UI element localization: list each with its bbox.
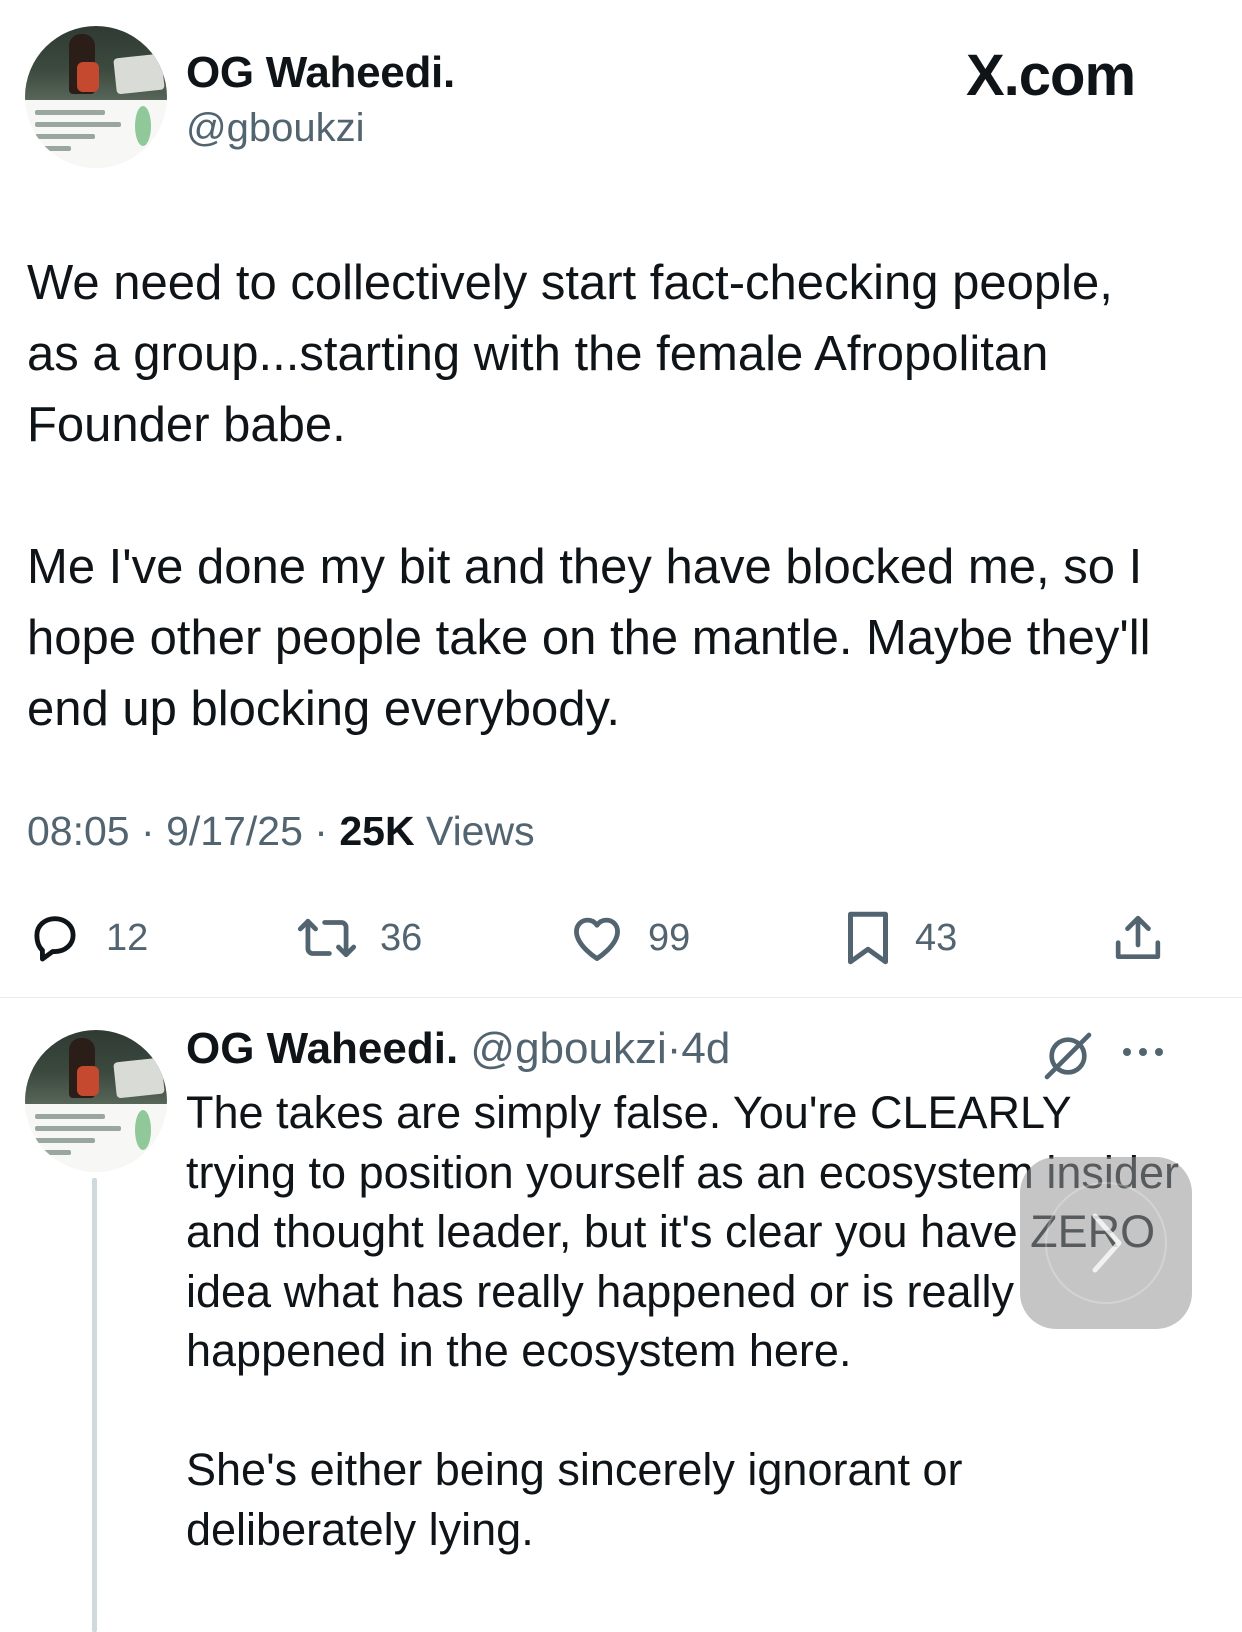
divider bbox=[0, 997, 1242, 998]
avatar-detail bbox=[135, 106, 151, 146]
next-button-ring bbox=[1045, 1182, 1167, 1304]
reply-header: OG Waheedi. @gboukzi·4d bbox=[186, 1024, 730, 1074]
bookmark-count: 43 bbox=[915, 916, 958, 959]
reply-bubble-icon bbox=[34, 916, 76, 962]
avatar-line bbox=[35, 133, 95, 139]
reply-count: 12 bbox=[106, 916, 149, 959]
tweet-date[interactable]: 9/17/25 bbox=[166, 808, 303, 854]
tweet-text: We need to collectively start fact-check… bbox=[27, 248, 1177, 745]
more-dots-icon[interactable] bbox=[1120, 1044, 1166, 1060]
avatar-line bbox=[35, 1137, 95, 1143]
author-name[interactable]: OG Waheedi. bbox=[186, 48, 455, 98]
reply-button[interactable]: 12 bbox=[26, 906, 148, 970]
avatar-line bbox=[35, 145, 71, 151]
avatar-line bbox=[35, 121, 121, 127]
meta-separator: · bbox=[141, 808, 155, 854]
avatar-line bbox=[35, 1149, 71, 1155]
repost-count: 36 bbox=[380, 916, 423, 959]
reply-author-handle[interactable]: @gboukzi bbox=[470, 1024, 666, 1073]
share-button[interactable] bbox=[1110, 906, 1166, 970]
chevron-right-icon bbox=[1092, 1213, 1122, 1273]
author-handle[interactable]: @gboukzi bbox=[186, 106, 364, 151]
grok-icon[interactable] bbox=[1040, 1028, 1096, 1084]
like-button[interactable]: 99 bbox=[568, 906, 690, 970]
meta-separator: · bbox=[666, 1024, 682, 1073]
avatar-line bbox=[35, 109, 105, 115]
repost-button[interactable]: 36 bbox=[296, 906, 422, 970]
repost-icon bbox=[297, 918, 357, 958]
views-count: 25K bbox=[339, 808, 415, 854]
share-icon bbox=[1115, 915, 1161, 959]
tweet-time[interactable]: 08:05 bbox=[27, 808, 130, 854]
bookmark-button[interactable]: 43 bbox=[843, 906, 957, 970]
avatar-detail bbox=[135, 1110, 151, 1150]
reply-paragraph: She's either being sincerely ignorant or… bbox=[186, 1444, 963, 1555]
avatar-detail bbox=[113, 1057, 165, 1099]
x-logo: X.com bbox=[966, 43, 1136, 108]
tweet-paragraph: We need to collectively start fact-check… bbox=[27, 256, 1113, 452]
avatar[interactable] bbox=[25, 26, 167, 168]
avatar-line bbox=[35, 1125, 121, 1131]
views-label: Views bbox=[425, 808, 535, 854]
avatar-detail bbox=[77, 62, 99, 92]
avatar-line bbox=[35, 1113, 105, 1119]
reply-age[interactable]: 4d bbox=[681, 1024, 730, 1073]
next-button[interactable] bbox=[1020, 1157, 1192, 1329]
heart-icon bbox=[574, 917, 620, 961]
thread-line bbox=[92, 1178, 97, 1632]
reply-author-name[interactable]: OG Waheedi. bbox=[186, 1024, 458, 1073]
tweet-paragraph: Me I've done my bit and they have blocke… bbox=[27, 540, 1151, 736]
like-count: 99 bbox=[648, 916, 691, 959]
reply-avatar[interactable] bbox=[25, 1030, 167, 1172]
tweet-meta: 08:05 · 9/17/25 · 25K Views bbox=[27, 808, 535, 855]
avatar-detail bbox=[113, 53, 165, 95]
meta-separator: · bbox=[314, 808, 328, 854]
bookmark-icon bbox=[848, 911, 888, 965]
avatar-detail bbox=[77, 1066, 99, 1096]
